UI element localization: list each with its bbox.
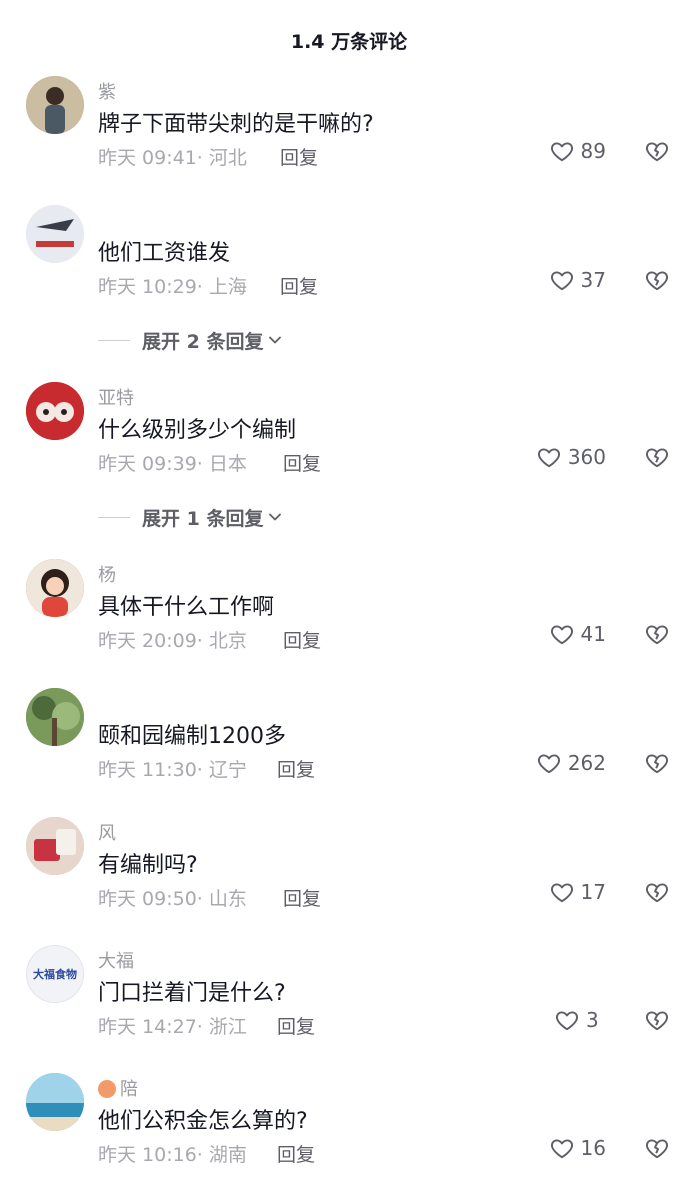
comment-meta: 昨天 14:27· 浙江 (98, 1016, 247, 1038)
broken-heart-icon (646, 1139, 668, 1159)
comment-meta: 昨天 09:39· 日本 (98, 453, 247, 475)
comment-text: 有编制吗? (98, 853, 198, 878)
like-count: 89 (580, 139, 606, 163)
dislike-button[interactable] (644, 267, 670, 293)
comment-nickname[interactable]: 杨 (98, 561, 116, 587)
avatar-logo-text: 大福食物 (33, 968, 77, 981)
comment-item: 风 有编制吗? 昨天 09:50· 山东 回复 17 (0, 817, 698, 927)
comment-item: 大福食物 大福 门口拦着门是什么? 昨天 14:27· 浙江 回复 3 (0, 945, 698, 1055)
avatar[interactable]: 大福食物 (26, 945, 84, 1003)
dislike-button[interactable] (644, 1135, 670, 1161)
comment-meta: 昨天 10:29· 上海 (98, 276, 247, 298)
expand-replies-button[interactable]: 展开 1 条回复 (98, 502, 283, 532)
comment-nickname[interactable]: 亚特 (98, 384, 134, 410)
avatar[interactable] (26, 559, 84, 617)
heart-outline-icon (537, 448, 560, 468)
peach-icon (98, 1080, 116, 1098)
broken-heart-icon (646, 271, 668, 291)
comment-item: 他们工资谁发 昨天 10:29· 上海 回复 37 (0, 205, 698, 315)
like-button[interactable]: 41 (549, 621, 606, 647)
dislike-button[interactable] (644, 1007, 670, 1033)
heart-outline-icon (550, 883, 573, 903)
comment-text: 他们公积金怎么算的? (98, 1109, 308, 1134)
comment-meta: 昨天 20:09· 北京 (98, 630, 247, 652)
divider (98, 516, 130, 518)
heart-outline-icon (550, 142, 573, 162)
comment-nickname[interactable]: 紫 (98, 78, 116, 104)
avatar[interactable] (26, 688, 84, 746)
like-count: 37 (580, 268, 606, 292)
broken-heart-icon (646, 448, 668, 468)
broken-heart-icon (646, 1011, 668, 1031)
like-count: 360 (567, 445, 606, 469)
comment-text: 他们工资谁发 (98, 241, 231, 266)
comment-item: 紫 牌子下面带尖刺的是干嘛的? 昨天 09:41· 河北 回复 89 (0, 76, 698, 186)
like-button[interactable]: 17 (549, 879, 606, 905)
like-button[interactable]: 37 (549, 267, 606, 293)
comment-nickname[interactable]: 风 (98, 819, 116, 845)
avatar[interactable] (26, 817, 84, 875)
reply-button[interactable]: 回复 (283, 449, 321, 476)
like-button[interactable]: 16 (549, 1135, 606, 1161)
like-button[interactable]: 3 (554, 1007, 606, 1033)
comment-text: 颐和园编制1200多 (98, 724, 286, 749)
expand-replies-label: 展开 2 条回复 (142, 330, 264, 353)
like-count: 16 (580, 1136, 606, 1160)
chevron-down-icon (269, 513, 282, 521)
heart-outline-icon (556, 1011, 578, 1031)
comment-item: 杨 具体干什么工作啊 昨天 20:09· 北京 回复 41 (0, 559, 698, 669)
divider (98, 339, 130, 341)
like-count: 17 (580, 880, 606, 904)
dislike-button[interactable] (644, 444, 670, 470)
reply-button[interactable]: 回复 (277, 1012, 315, 1039)
reply-button[interactable]: 回复 (277, 1140, 315, 1167)
expand-replies-label: 展开 1 条回复 (142, 507, 264, 530)
broken-heart-icon (646, 883, 668, 903)
like-button[interactable]: 89 (549, 138, 606, 164)
avatar[interactable] (26, 1073, 84, 1131)
comment-nickname[interactable]: 大福 (98, 947, 134, 973)
chevron-down-icon (269, 336, 282, 344)
dislike-button[interactable] (644, 879, 670, 905)
comment-text: 牌子下面带尖刺的是干嘛的? (98, 112, 374, 137)
comment-item: 亚特 什么级别多少个编制 昨天 09:39· 日本 回复 360 (0, 382, 698, 492)
like-count: 262 (567, 751, 606, 775)
like-count: 3 (586, 1008, 599, 1032)
avatar[interactable] (26, 76, 84, 134)
avatar[interactable] (26, 382, 84, 440)
dislike-button[interactable] (644, 138, 670, 164)
like-count: 41 (580, 622, 606, 646)
comment-item: 颐和园编制1200多 昨天 11:30· 辽宁 回复 262 (0, 688, 698, 798)
broken-heart-icon (646, 142, 668, 162)
dislike-button[interactable] (644, 750, 670, 776)
comment-meta: 昨天 09:50· 山东 (98, 888, 247, 910)
reply-button[interactable]: 回复 (283, 626, 321, 653)
broken-heart-icon (646, 625, 668, 645)
comment-meta: 昨天 11:30· 辽宁 (98, 759, 247, 781)
heart-outline-icon (537, 754, 560, 774)
reply-button[interactable]: 回复 (280, 272, 318, 299)
heart-outline-icon (550, 625, 573, 645)
avatar[interactable] (26, 205, 84, 263)
comment-item: 陪 他们公积金怎么算的? 昨天 10:16· 湖南 回复 16 (0, 1073, 698, 1183)
like-button[interactable]: 360 (536, 444, 606, 470)
comment-text: 什么级别多少个编制 (98, 418, 297, 443)
expand-replies-button[interactable]: 展开 2 条回复 (98, 325, 283, 355)
comment-nickname[interactable]: 陪 (98, 1075, 138, 1101)
comment-meta: 昨天 09:41· 河北 (98, 147, 247, 169)
reply-button[interactable]: 回复 (280, 143, 318, 170)
like-button[interactable]: 262 (536, 750, 606, 776)
comment-nickname-text: 陪 (120, 1079, 138, 1100)
reply-button[interactable]: 回复 (283, 884, 321, 911)
heart-outline-icon (550, 271, 573, 291)
comment-text: 具体干什么工作啊 (98, 595, 275, 620)
comment-text: 门口拦着门是什么? (98, 981, 286, 1006)
comment-meta: 昨天 10:16· 湖南 (98, 1144, 247, 1166)
broken-heart-icon (646, 754, 668, 774)
reply-button[interactable]: 回复 (277, 755, 315, 782)
heart-outline-icon (550, 1139, 573, 1159)
comment-list: 紫 牌子下面带尖刺的是干嘛的? 昨天 09:41· 河北 回复 89 他们工资谁… (0, 0, 698, 1200)
dislike-button[interactable] (644, 621, 670, 647)
